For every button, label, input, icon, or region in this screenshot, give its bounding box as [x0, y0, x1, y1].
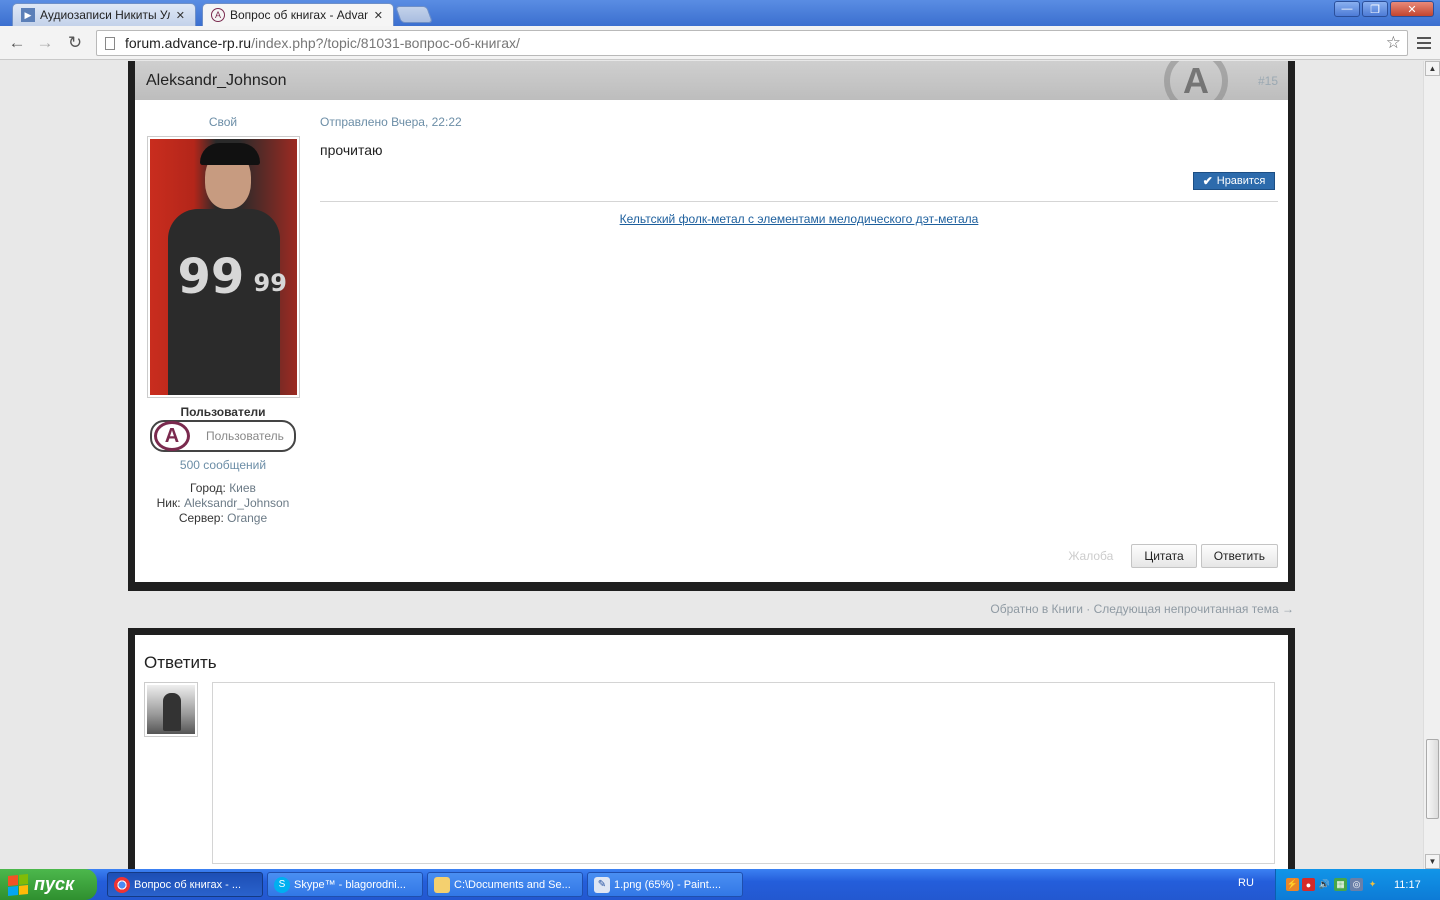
tab-title: Аудиозаписи Никиты Ульяно	[40, 8, 170, 22]
clock: 11:17	[1394, 878, 1421, 891]
close-window-button[interactable]: ✕	[1390, 1, 1434, 17]
avatar-photo: 99 99	[149, 139, 297, 395]
close-tab-icon[interactable]: ✕	[176, 9, 185, 22]
report-link[interactable]: Жалоба	[1068, 549, 1113, 563]
paint-icon: ✎	[594, 876, 610, 893]
post-author-name[interactable]: Aleksandr_Johnson	[146, 72, 287, 90]
browser-menu-icon[interactable]	[1417, 35, 1431, 51]
check-icon: ✔	[1202, 174, 1213, 188]
avatar-shirt-number: 99	[177, 249, 245, 305]
bookmark-star-icon[interactable]: ☆	[1386, 33, 1401, 53]
play-icon: ▶	[21, 8, 35, 22]
tray-tools-icon[interactable]: ✦	[1366, 878, 1379, 891]
page-viewport: Aleksandr_Johnson A #15 Свой 99 99 Польз…	[0, 61, 1423, 869]
scroll-up-icon[interactable]: ▲	[1425, 61, 1440, 76]
scroll-down-icon[interactable]: ▼	[1425, 854, 1440, 869]
minimize-button[interactable]: —	[1334, 1, 1360, 17]
author-avatar[interactable]: 99 99	[146, 136, 300, 398]
author-group: Пользователи	[180, 405, 266, 419]
topic-navigation[interactable]: Обратно в Книги · Следующая непрочитанна…	[990, 602, 1294, 616]
address-bar[interactable]: forum.advance-rp.ru/index.php?/topic/810…	[96, 30, 1408, 56]
forum-post: Aleksandr_Johnson A #15 Свой 99 99 Польз…	[128, 61, 1295, 591]
reply-section: Ответить	[128, 628, 1295, 869]
reply-editor[interactable]	[212, 682, 1275, 864]
post-actions: Жалоба Цитата Ответить	[1068, 544, 1278, 568]
post-body: Свой 99 99 Пользователи A Пользователь 5…	[135, 100, 1288, 582]
post-content: Отправлено Вчера, 22:22 прочитаю ✔ Нрави…	[320, 100, 1278, 226]
quote-button[interactable]: Цитата	[1131, 544, 1197, 568]
url-host: forum.advance-rp.ru	[125, 35, 252, 51]
current-user-avatar	[144, 682, 198, 737]
profile-field-server: Сервер: Orange	[178, 511, 268, 525]
advance-rp-logo-icon: A	[154, 421, 190, 451]
avatar-sleeve-number: 99	[253, 269, 287, 297]
browser-titlebar: ▶ Аудиозаписи Никиты Ульяно ✕ A Вопрос о…	[0, 0, 1440, 26]
like-button[interactable]: ✔ Нравится	[1193, 172, 1275, 190]
signature-link[interactable]: Кельтский фолк-метал с элементами мелоди…	[620, 212, 979, 226]
author-info: Свой 99 99 Пользователи A Пользователь 5…	[145, 100, 301, 526]
url-path: /index.php?/topic/81031-вопрос-об-книгах…	[251, 35, 520, 51]
language-indicator[interactable]: RU	[1238, 877, 1254, 889]
task-chrome[interactable]: Вопрос об книгах - ...	[107, 872, 263, 897]
reply-title: Ответить	[144, 653, 217, 672]
taskbar: пуск Вопрос об книгах - ... S Skype™ - b…	[0, 869, 1440, 900]
start-button[interactable]: пуск	[0, 869, 97, 900]
chrome-icon	[114, 876, 130, 893]
tray-messenger-icon[interactable]: ●	[1302, 878, 1315, 891]
forward-arrow-icon[interactable]: →	[34, 32, 56, 54]
page-scrollbar[interactable]: ▲ ▼	[1423, 61, 1440, 869]
post-number-link[interactable]: #15	[1258, 74, 1278, 88]
tray-update-icon[interactable]: ◎	[1350, 878, 1363, 891]
volume-icon[interactable]: 🔊	[1318, 878, 1331, 891]
post-header: Aleksandr_Johnson A #15	[135, 61, 1288, 100]
post-date: Отправлено Вчера, 22:22	[320, 115, 462, 129]
reply-box: Ответить	[135, 635, 1288, 869]
advance-rp-emblem-icon: A	[1164, 61, 1228, 100]
tab-audio[interactable]: ▶ Аудиозаписи Никиты Ульяно ✕	[12, 3, 196, 26]
avatar-cap	[199, 143, 260, 165]
post-text: прочитаю	[320, 142, 383, 158]
profile-field-nick: Ник: Aleksandr_Johnson	[156, 496, 290, 510]
reply-button[interactable]: Ответить	[1200, 544, 1278, 568]
group-badge: A Пользователь	[150, 420, 296, 452]
new-tab-button[interactable]	[394, 6, 434, 23]
start-label: пуск	[34, 874, 75, 894]
profile-field-city: Город: Киев	[190, 481, 256, 495]
skype-icon: S	[274, 876, 290, 893]
task-explorer[interactable]: C:\Documents and Se...	[427, 872, 583, 897]
reload-icon[interactable]: ↻	[64, 32, 86, 54]
group-badge-label: Пользователь	[206, 429, 284, 443]
tab-title: Вопрос об книгах - Advance	[230, 8, 368, 22]
tray-app-icon[interactable]: ⚡	[1286, 878, 1299, 891]
page-icon	[105, 36, 115, 50]
like-button-label: Нравится	[1216, 175, 1266, 187]
windows-logo-icon	[8, 873, 28, 896]
scrollbar-thumb[interactable]	[1426, 739, 1439, 819]
task-skype[interactable]: S Skype™ - blagorodni...	[267, 872, 423, 897]
author-status: Свой	[208, 115, 238, 129]
system-tray: ⚡ ● 🔊 ▦ ◎ ✦ 11:17	[1275, 869, 1440, 900]
back-arrow-icon[interactable]: ←	[6, 32, 28, 54]
browser-toolbar: ← → ↻ forum.advance-rp.ru/index.php?/top…	[0, 26, 1440, 60]
signature-divider	[320, 201, 1278, 202]
advance-rp-icon: A	[211, 8, 225, 22]
author-post-count[interactable]: 500 сообщений	[145, 458, 301, 472]
close-tab-icon[interactable]: ✕	[374, 9, 383, 22]
restore-button[interactable]: ❐	[1362, 1, 1388, 17]
tab-forum[interactable]: A Вопрос об книгах - Advance ✕	[202, 3, 394, 26]
folder-icon	[434, 876, 450, 893]
tray-network-icon[interactable]: ▦	[1334, 878, 1347, 891]
profile-fields: Город: Киев Ник: Aleksandr_Johnson Серве…	[145, 481, 301, 526]
task-paint[interactable]: ✎ 1.png (65%) - Paint....	[587, 872, 743, 897]
signature: Кельтский фолк-метал с элементами мелоди…	[320, 212, 1278, 226]
window-controls: — ❐ ✕	[1334, 1, 1434, 17]
